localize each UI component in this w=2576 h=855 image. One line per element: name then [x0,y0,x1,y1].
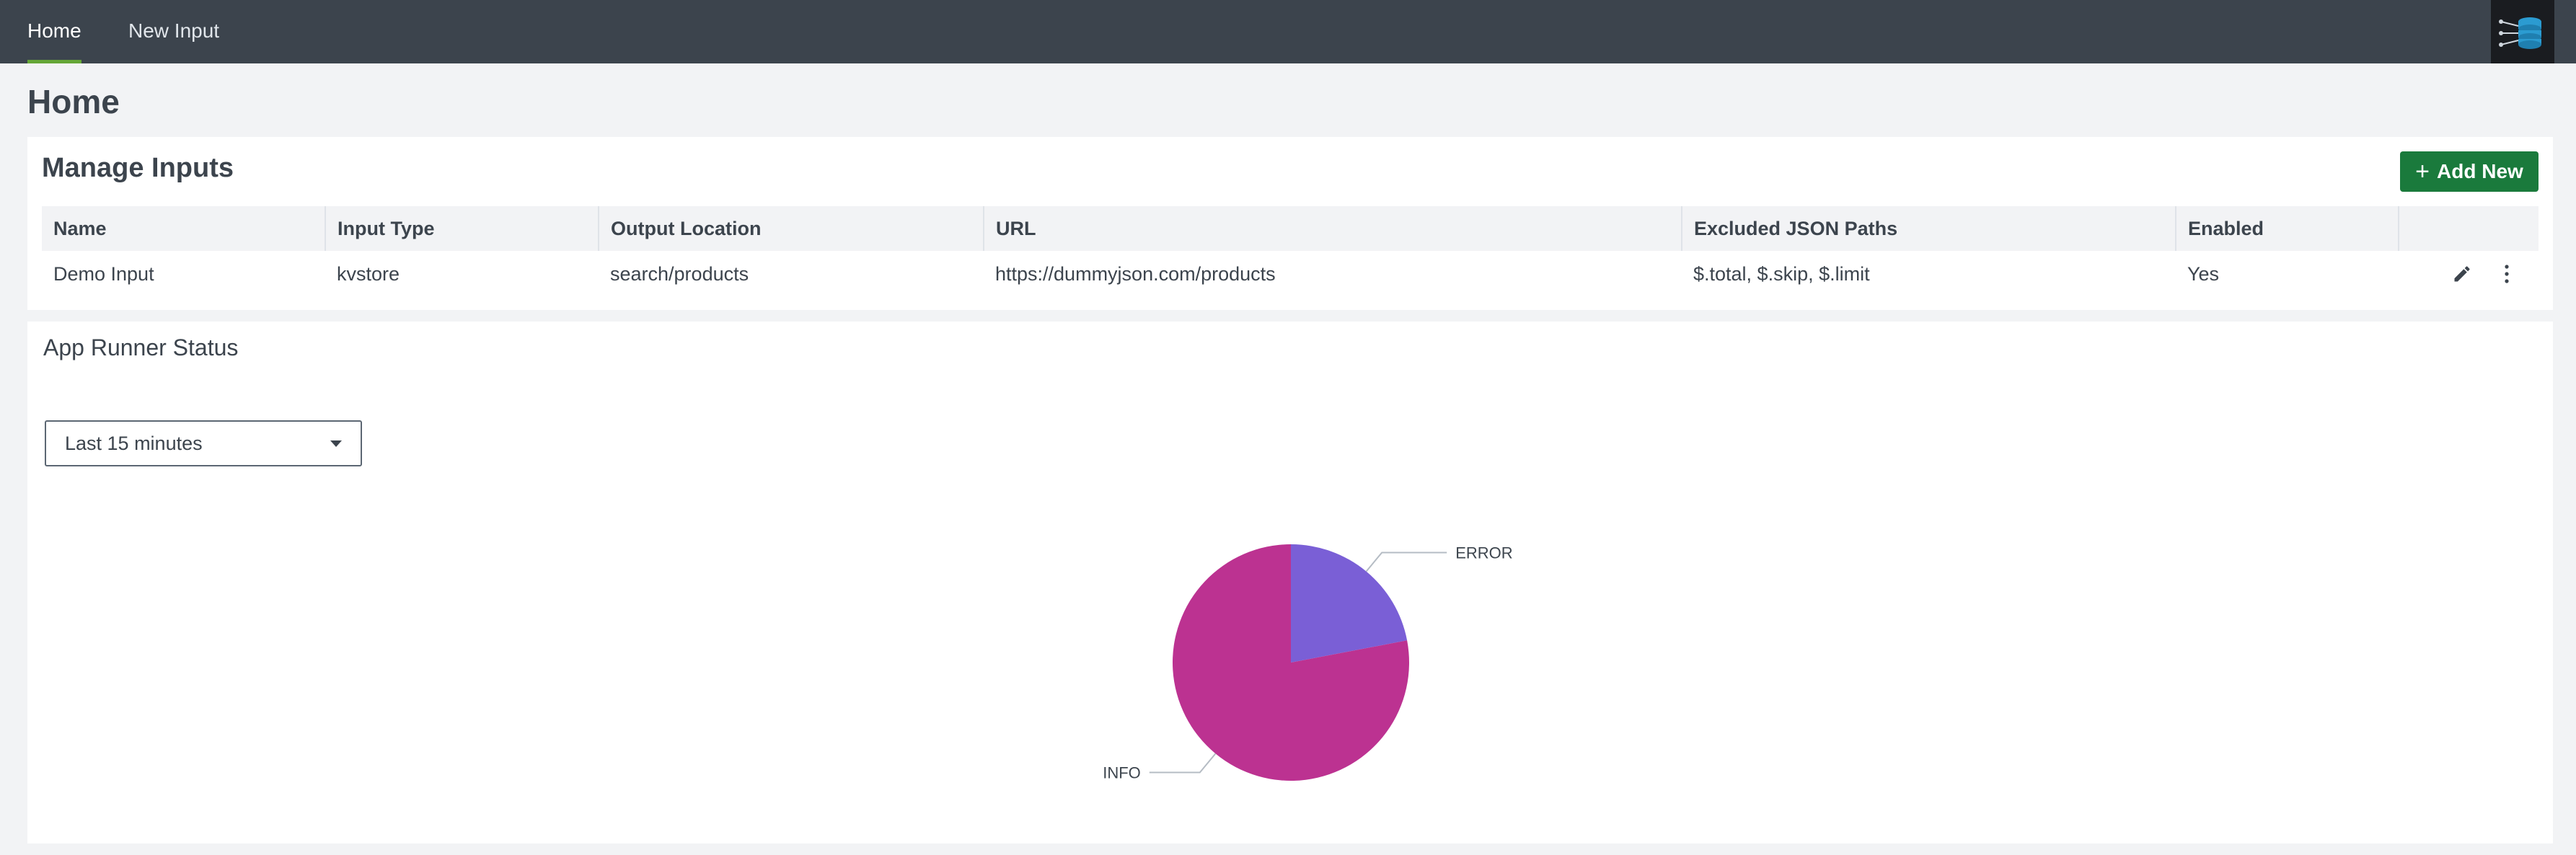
add-new-button[interactable]: + Add New [2400,151,2538,192]
app-logo [2491,0,2554,63]
cell-name: Demo Input [53,262,154,285]
column-header-input-type[interactable]: Input Type [325,206,599,251]
manage-inputs-title: Manage Inputs [42,153,234,183]
column-header-enabled[interactable]: Enabled [2176,206,2399,251]
tab-new-input-label: New Input [128,19,220,42]
column-header-name[interactable]: Name [42,206,326,251]
plus-icon: + [2415,158,2430,185]
pie-leader-info [1149,753,1217,774]
pie-leader-error [1365,551,1447,572]
add-new-label: Add New [2437,160,2523,182]
pie-label-info: INFO [1103,764,1141,782]
manage-inputs-panel: Manage Inputs + Add New Name Input Type … [27,137,2553,310]
more-options-icon[interactable] [2501,263,2513,285]
column-header-output-location[interactable]: Output Location [599,206,984,251]
table-header-row: Name Input Type Output Location URL Excl… [42,206,2538,251]
column-header-excluded-json-paths[interactable]: Excluded JSON Paths [1682,206,2176,251]
table-row: Demo Input kvstore search/products https… [42,251,2538,297]
tab-home[interactable]: Home [27,0,81,63]
pie-label-error: ERROR [1455,544,1512,562]
column-header-actions [2399,206,2538,251]
app-runner-status-panel: App Runner Status Last 15 minutes ERROR I… [27,322,2553,843]
database-network-icon [2499,17,2541,49]
top-nav-bar: Home New Input [0,0,2576,63]
cell-enabled: Yes [2187,262,2220,285]
cell-actions [2399,251,2538,297]
cell-url: https://dummyjson.com/products [995,262,1276,285]
cell-output-location: search/products [610,262,749,285]
cell-excluded-json-paths: $.total, $.skip, $.limit [1693,262,1870,285]
column-header-url[interactable]: URL [984,206,1682,251]
cell-input-type: kvstore [337,262,400,285]
inputs-table: Name Input Type Output Location URL Excl… [42,206,2538,297]
page-title: Home [27,83,120,120]
tab-new-input[interactable]: New Input [128,0,219,63]
tab-home-label: Home [27,19,81,42]
edit-pencil-icon[interactable] [2452,264,2472,284]
status-pie-chart: ERROR INFO [1103,544,1512,782]
